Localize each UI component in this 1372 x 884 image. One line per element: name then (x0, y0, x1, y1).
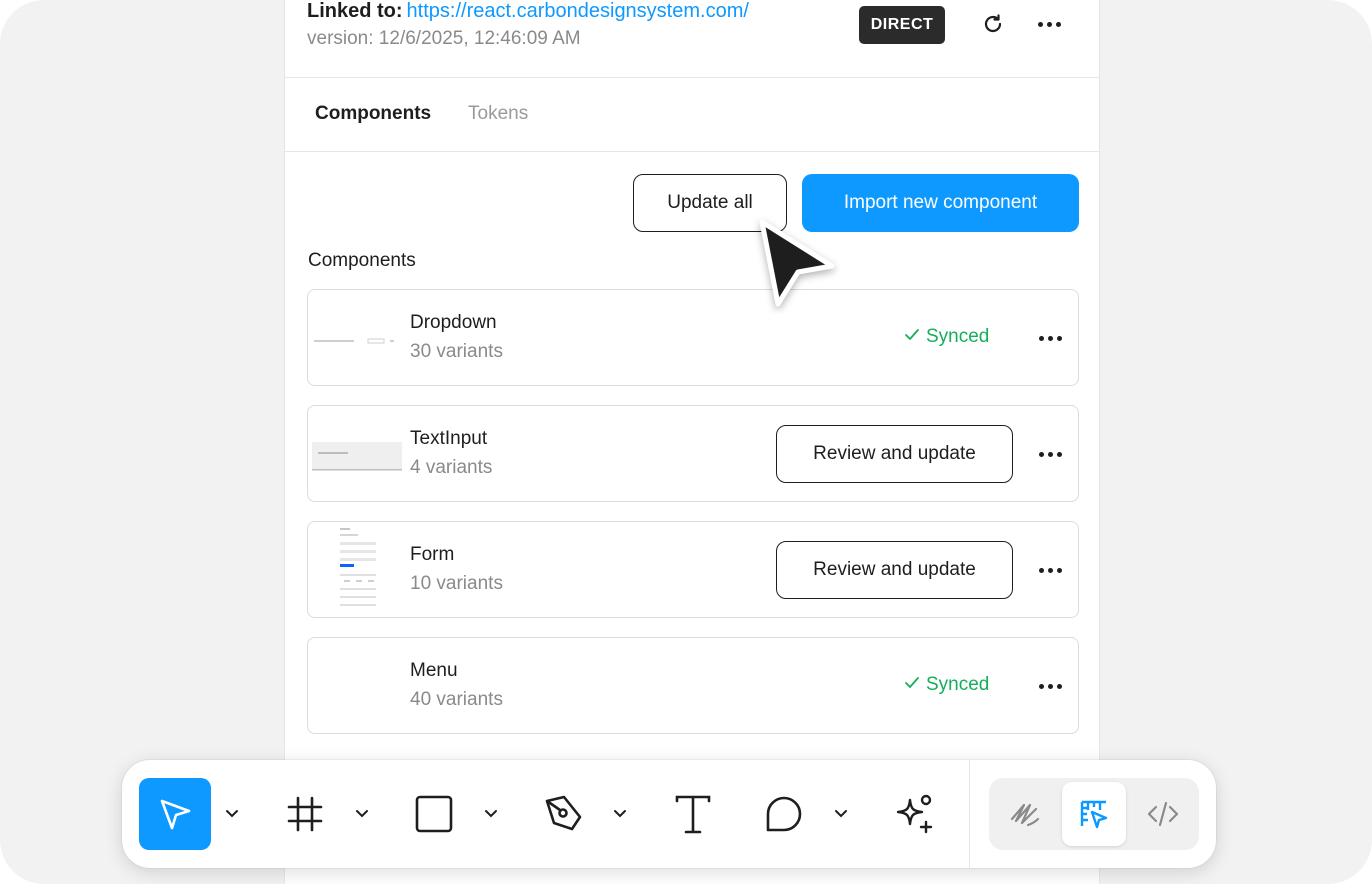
component-card-menu[interactable]: Menu 40 variants Synced (307, 637, 1079, 734)
synced-label: Synced (926, 674, 990, 695)
import-new-component-button[interactable]: Import new component (802, 174, 1079, 232)
bottom-toolbar (122, 760, 1216, 868)
component-card-form[interactable]: Form 10 variants Review and update (307, 521, 1079, 618)
synced-status: Synced (904, 326, 989, 348)
tab-bar: Components Tokens (285, 78, 1099, 152)
component-variants: 4 variants (410, 457, 493, 478)
version-text: version: 12/6/2025, 12:46:09 AM (307, 28, 581, 49)
component-name: Menu (410, 660, 458, 681)
review-and-update-button[interactable]: Review and update (776, 541, 1013, 599)
menu-thumbnail (312, 642, 402, 729)
review-and-update-button[interactable]: Review and update (776, 425, 1013, 483)
component-name: Dropdown (410, 312, 497, 333)
frame-tool-button[interactable] (269, 778, 341, 850)
dev-mode-button[interactable] (1131, 782, 1195, 846)
component-variants: 30 variants (410, 341, 503, 362)
text-icon (675, 795, 711, 834)
pen-tool-button[interactable] (527, 778, 599, 850)
frame-icon (287, 796, 323, 832)
draw-mode-button[interactable] (993, 782, 1057, 846)
move-tool-button[interactable] (139, 778, 211, 850)
direct-badge: DIRECT (859, 6, 945, 44)
component-name: Form (410, 544, 455, 565)
design-mode-icon (1080, 800, 1108, 829)
rectangle-tool-button[interactable] (398, 778, 470, 850)
toolbar-divider (969, 760, 970, 868)
design-mode-button[interactable] (1062, 782, 1126, 846)
sparkle-icon (896, 794, 933, 834)
component-name: TextInput (410, 428, 488, 449)
pen-icon (545, 795, 582, 831)
check-icon (904, 674, 920, 696)
component-more-icon[interactable] (1030, 558, 1070, 582)
refresh-icon[interactable] (979, 10, 1007, 38)
textinput-thumbnail (312, 410, 402, 497)
draw-scribble-icon (1010, 803, 1040, 827)
mouse-cursor-icon (759, 219, 835, 307)
linked-to: Linked to: https://react.carbondesignsyst… (307, 0, 749, 23)
mode-switcher (989, 778, 1199, 850)
component-variants: 40 variants (410, 689, 503, 710)
dropdown-thumbnail (312, 294, 402, 381)
panel-header: Linked to: https://react.carbondesignsyst… (285, 0, 1099, 78)
linked-label: Linked to: (307, 0, 403, 22)
code-icon (1147, 801, 1179, 827)
component-more-icon[interactable] (1030, 442, 1070, 466)
form-thumbnail (312, 526, 402, 613)
component-variants: 10 variants (410, 573, 503, 594)
linked-url-link[interactable]: https://react.carbondesignsystem.com/ (407, 0, 749, 22)
comment-tool-button[interactable] (748, 778, 820, 850)
chevron-down-icon[interactable] (610, 804, 630, 824)
chevron-down-icon[interactable] (831, 804, 851, 824)
component-card-textinput[interactable]: TextInput 4 variants Review and update (307, 405, 1079, 502)
move-arrow-icon (160, 799, 191, 830)
component-card-dropdown[interactable]: Dropdown 30 variants Synced (307, 289, 1079, 386)
tab-components[interactable]: Components (315, 103, 431, 125)
tab-tokens[interactable]: Tokens (468, 103, 528, 125)
synced-label: Synced (926, 326, 990, 347)
chevron-down-icon[interactable] (481, 804, 501, 824)
header-more-icon[interactable] (1029, 12, 1069, 36)
check-icon (904, 326, 920, 348)
chevron-down-icon[interactable] (222, 804, 242, 824)
synced-status: Synced (904, 674, 989, 696)
components-section-label: Components (308, 250, 416, 271)
library-panel: Linked to: https://react.carbondesignsyst… (284, 0, 1100, 884)
chevron-down-icon[interactable] (352, 804, 372, 824)
text-tool-button[interactable] (657, 778, 729, 850)
ai-tool-button[interactable] (878, 778, 950, 850)
component-more-icon[interactable] (1030, 674, 1070, 698)
comment-icon (766, 796, 802, 832)
component-more-icon[interactable] (1030, 326, 1070, 350)
rectangle-icon (415, 795, 453, 833)
